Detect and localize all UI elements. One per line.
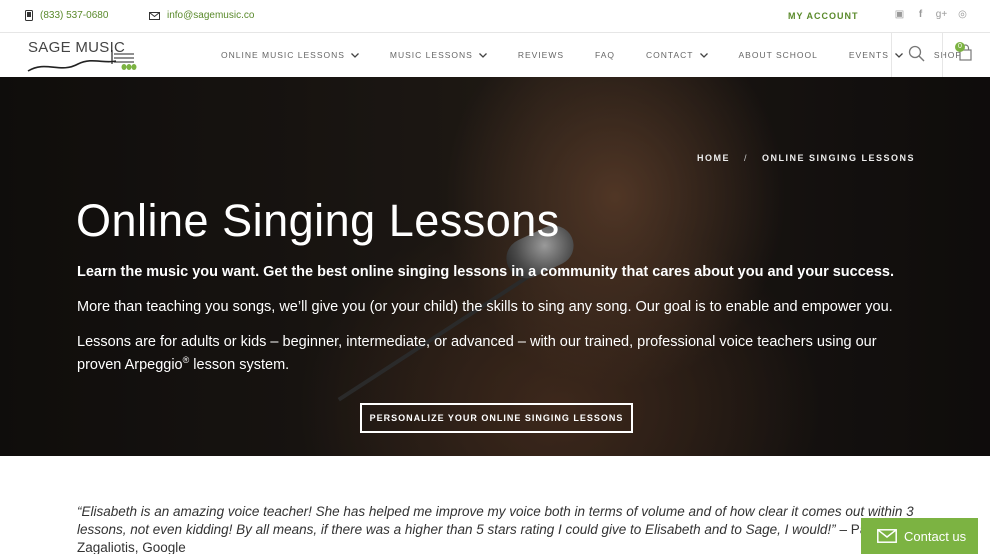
- chevron-down-icon: [478, 52, 487, 58]
- chevron-down-icon: [894, 52, 903, 58]
- envelope-icon: [149, 11, 160, 20]
- breadcrumb-current: ONLINE SINGING LESSONS: [761, 153, 915, 163]
- hero-lessons-text: Lessons are for adults or kids – beginne…: [77, 333, 917, 374]
- testimonial-quote: “Elisabeth is an amazing voice teacher! …: [77, 504, 914, 537]
- phone-link[interactable]: (833) 537-0680: [25, 10, 108, 21]
- breadcrumb-separator: /: [743, 153, 748, 163]
- nav-divider: [891, 33, 892, 77]
- nav-divider: [942, 33, 943, 77]
- contact-us-label: Contact us: [904, 528, 967, 544]
- nav-item-events[interactable]: EVENTS: [849, 50, 903, 60]
- google-plus-icon[interactable]: g+: [931, 9, 952, 20]
- nav-item-faq[interactable]: FAQ: [595, 50, 615, 60]
- search-icon[interactable]: [908, 45, 925, 67]
- facebook-icon[interactable]: f: [910, 9, 931, 20]
- lessons-text-end: lesson system.: [189, 356, 290, 373]
- phone-number: (833) 537-0680: [40, 10, 109, 21]
- envelope-icon: [877, 529, 897, 543]
- contact-us-button[interactable]: Contact us: [861, 518, 978, 554]
- youtube-icon[interactable]: ▣: [889, 9, 910, 20]
- page-title: Online Singing Lessons: [76, 195, 560, 246]
- nav-label: CONTACT: [646, 50, 694, 60]
- email-link[interactable]: info@sagemusic.co: [149, 10, 254, 21]
- nav-item-music-lessons[interactable]: MUSIC LESSONS: [390, 50, 487, 60]
- top-bar: (833) 537-0680 info@sagemusic.co MY ACCO…: [0, 0, 990, 33]
- social-links: ▣ f g+ ◎: [889, 9, 973, 20]
- breadcrumb: HOME / ONLINE SINGING LESSONS: [697, 153, 915, 163]
- nav-label: MUSIC LESSONS: [389, 50, 473, 60]
- logo-graphic: [27, 50, 137, 72]
- sage-music-logo[interactable]: SAGE MUSIC: [26, 38, 146, 74]
- main-navigation: SAGE MUSIC ONLINE MUSIC LESSONS MUSIC LE…: [0, 33, 990, 77]
- nav-item-about-school[interactable]: ABOUT SCHOOL: [739, 50, 818, 60]
- nav-item-online-music-lessons[interactable]: ONLINE MUSIC LESSONS: [221, 50, 359, 60]
- chevron-down-icon: [699, 52, 708, 58]
- my-account-link[interactable]: MY ACCOUNT: [788, 11, 859, 21]
- email-address: info@sagemusic.co: [167, 10, 255, 21]
- nav-label: ABOUT SCHOOL: [738, 50, 818, 60]
- hero-lead-text: Learn the music you want. Get the best o…: [77, 264, 895, 280]
- phone-icon: [25, 10, 33, 21]
- nav-menu: ONLINE MUSIC LESSONS MUSIC LESSONS REVIE…: [221, 50, 990, 60]
- personalize-lessons-button[interactable]: PERSONALIZE YOUR ONLINE SINGING LESSONS: [360, 403, 633, 433]
- nav-item-contact[interactable]: CONTACT: [646, 50, 708, 60]
- chevron-down-icon: [350, 52, 359, 58]
- hero-description: More than teaching you songs, we’ll give…: [77, 299, 893, 315]
- nav-label: ONLINE MUSIC LESSONS: [221, 50, 345, 60]
- nav-label: REVIEWS: [517, 50, 565, 60]
- nav-item-reviews[interactable]: REVIEWS: [518, 50, 564, 60]
- testimonial: “Elisabeth is an amazing voice teacher! …: [77, 503, 927, 554]
- nav-label: EVENTS: [848, 50, 889, 60]
- cart-count-badge: 0: [955, 42, 965, 52]
- nav-label: FAQ: [595, 50, 616, 60]
- instagram-icon[interactable]: ◎: [952, 9, 973, 20]
- breadcrumb-home[interactable]: HOME: [697, 153, 730, 163]
- hero-banner: HOME / ONLINE SINGING LESSONS Online Sin…: [0, 77, 990, 456]
